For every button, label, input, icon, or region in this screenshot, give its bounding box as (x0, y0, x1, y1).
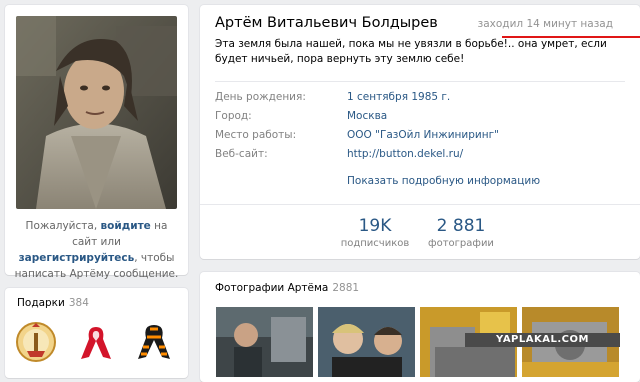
login-note-text: Пожалуйста, (25, 220, 98, 232)
counter-number: 19K (358, 216, 392, 236)
info-value-link[interactable]: ООО "ГазОйл Инжиниринг" (347, 129, 499, 141)
profile-status: Эта земля была нашей, пока мы не увязли … (215, 38, 607, 65)
photo-thumbnail[interactable] (318, 307, 415, 377)
gift-st-george-ribbon-icon[interactable] (133, 321, 175, 363)
gift-ribbon-icon[interactable] (75, 321, 117, 363)
photo-thumbnail[interactable] (216, 307, 313, 377)
photos-title: Фотографии Артёма (215, 282, 329, 294)
divider (215, 81, 625, 82)
last-seen-status: заходил 14 минут назад (477, 18, 613, 30)
info-value-link[interactable]: Москва (347, 110, 387, 122)
photos-count: 2881 (332, 282, 360, 294)
photos-card: Фотографии Артёма 2881 (200, 272, 640, 382)
info-label: Место работы: (215, 129, 297, 141)
gifts-header[interactable]: Подарки 384 (17, 297, 89, 309)
counter-label: фотографии (428, 238, 494, 249)
photos-counter[interactable]: 2 881 фотографии (426, 215, 496, 251)
counter-number: 2 881 (436, 216, 486, 236)
divider (200, 204, 640, 205)
gifts-card: Подарки 384 (5, 288, 188, 378)
followers-counter[interactable]: 19K подписчиков (340, 215, 410, 251)
gifts-title: Подарки (17, 297, 65, 309)
info-label: Город: (215, 110, 252, 122)
info-value-link[interactable]: http://button.dekel.ru/ (347, 148, 463, 160)
photos-header[interactable]: Фотографии Артёма 2881 (215, 282, 359, 294)
avatar[interactable] (16, 16, 177, 209)
avatar-card: Пожалуйста, войдите на сайт или зарегист… (5, 5, 188, 280)
info-label: День рождения: (215, 91, 306, 103)
profile-name: Артём Витальевич Болдырев (215, 15, 438, 31)
show-more-info-link[interactable]: Показать подробную информацию (347, 175, 540, 187)
register-link[interactable]: зарегистрируйтесь (19, 252, 135, 264)
info-label: Веб-сайт: (215, 148, 268, 160)
counter-label: подписчиков (340, 238, 410, 249)
profile-card: Артём Витальевич Болдырев заходил 14 мин… (200, 5, 640, 259)
login-link[interactable]: войдите (101, 220, 151, 232)
gifts-count: 384 (68, 297, 89, 309)
site-watermark: YAPLAKAL.COM (465, 333, 620, 347)
info-value-link[interactable]: 1 сентября 1985 г. (347, 91, 450, 103)
gift-medal-icon[interactable] (15, 321, 57, 363)
login-prompt: Пожалуйста, войдите на сайт или зарегист… (13, 218, 180, 282)
